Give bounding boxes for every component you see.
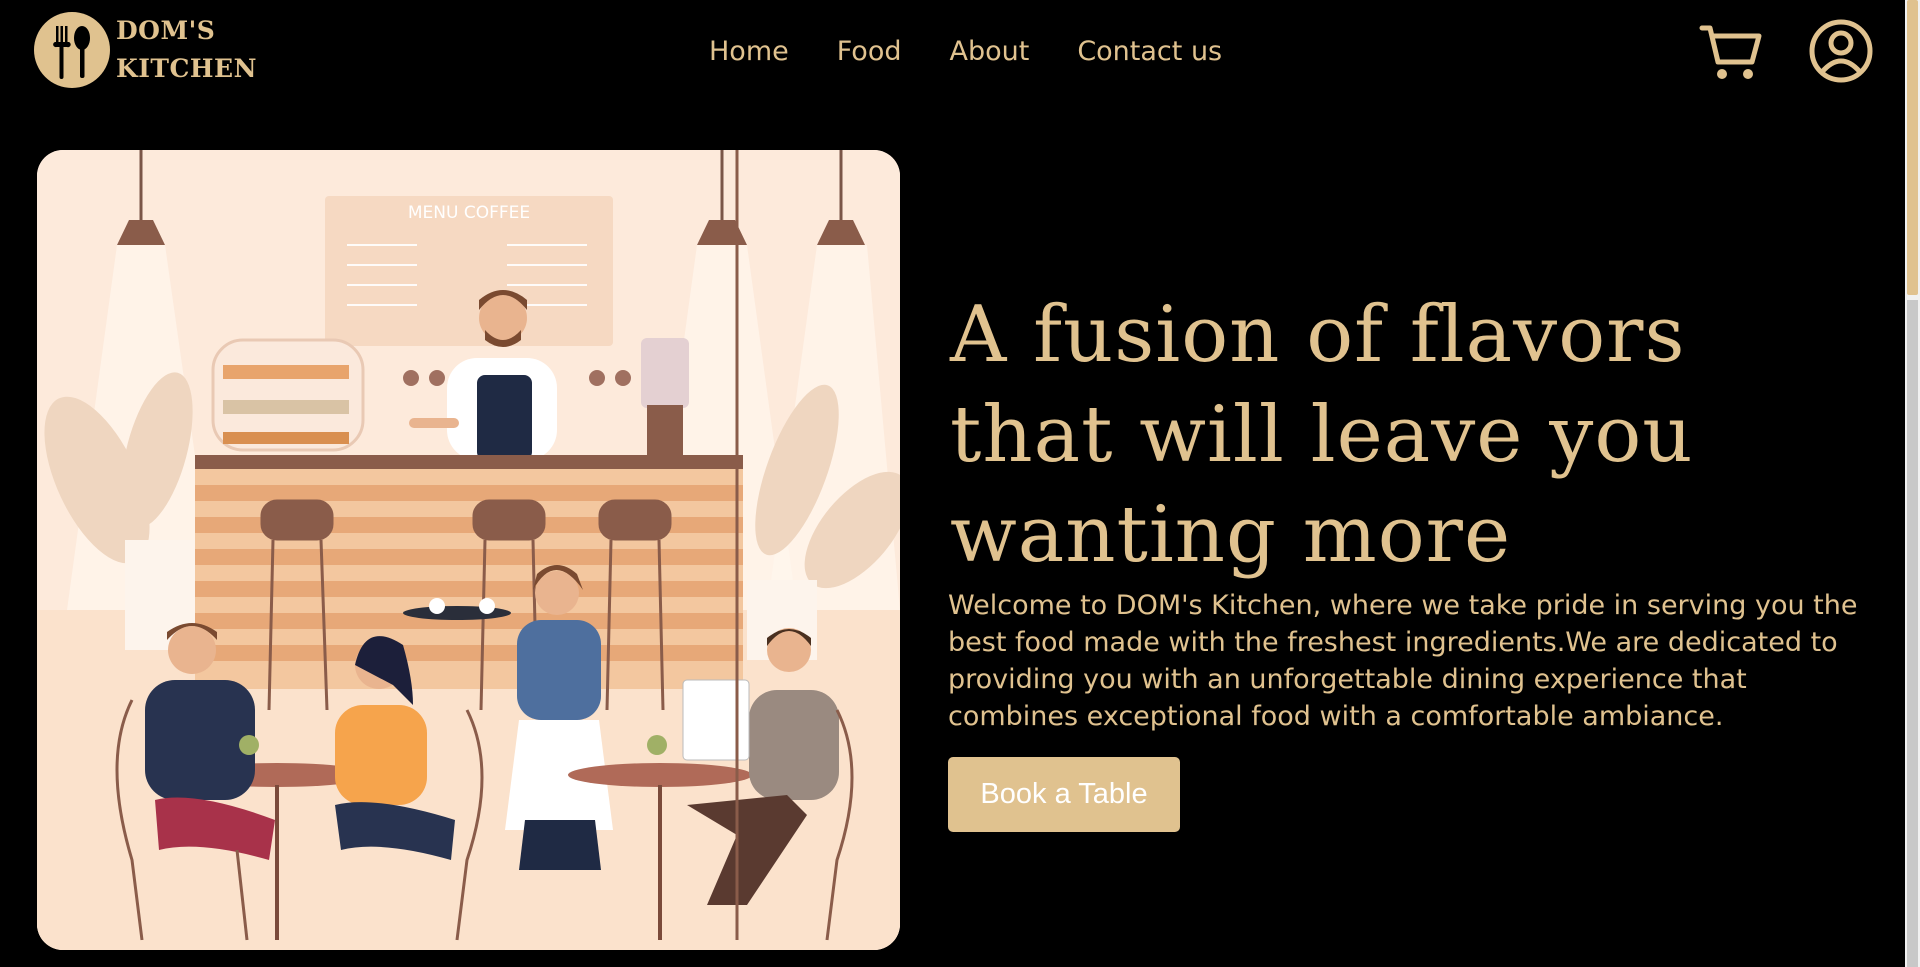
page-scrollbar[interactable] <box>1905 0 1920 967</box>
scrollbar-thumb[interactable] <box>1907 0 1918 295</box>
site-header: DOM'S KITCHEN Home Food About Contact us <box>0 0 1920 110</box>
book-table-button[interactable]: Book a Table <box>948 757 1180 832</box>
cart-icon[interactable] <box>1698 18 1764 84</box>
fork-spoon-icon <box>34 12 110 88</box>
hero-headline: A fusion of flavors that will leave you … <box>950 290 1694 580</box>
brand-name: DOM'S KITCHEN <box>116 12 257 88</box>
cafe-illustration: MENU COFFEE <box>37 150 900 950</box>
nav-link-contact[interactable]: Contact us <box>1077 36 1222 67</box>
scrollbar-track <box>1907 300 1918 967</box>
nav-link-food[interactable]: Food <box>837 36 902 67</box>
hero-description: Welcome to DOM's Kitchen, where we take … <box>948 590 1858 732</box>
nav-link-about[interactable]: About <box>949 36 1029 67</box>
brand-line-2: KITCHEN <box>116 54 257 83</box>
user-circle-icon[interactable] <box>1808 18 1874 84</box>
main-nav: Home Food About Contact us <box>709 36 1222 67</box>
nav-link-home[interactable]: Home <box>709 36 789 67</box>
brand-line-1: DOM'S <box>116 16 216 45</box>
brand-logo[interactable]: DOM'S KITCHEN <box>34 12 257 88</box>
menu-board-title: MENU COFFEE <box>408 203 530 223</box>
